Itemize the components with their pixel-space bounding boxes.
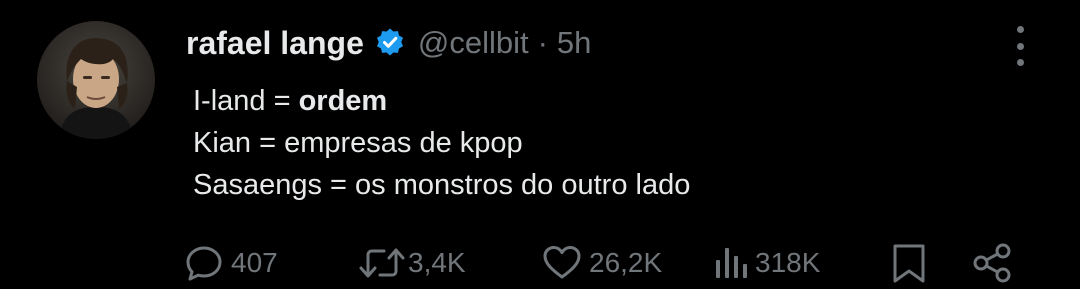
avatar[interactable] xyxy=(37,21,155,139)
like-button[interactable]: 26,2K xyxy=(541,238,662,288)
share-button[interactable] xyxy=(971,238,1015,288)
more-vertical-icon[interactable] xyxy=(1004,26,1036,66)
reply-count: 407 xyxy=(231,247,278,278)
like-count: 26,2K xyxy=(589,247,663,278)
views-button[interactable]: 318K xyxy=(713,238,820,288)
tweet-text-line: I-land = ordem xyxy=(193,85,388,117)
retweet-icon xyxy=(358,242,406,284)
bookmark-icon xyxy=(889,242,929,284)
retweet-count: 3,4K xyxy=(408,247,466,278)
tweet-text-line: Sasaengs = os monstros do outro lado xyxy=(193,169,691,201)
tweet-timestamp[interactable]: 5h xyxy=(557,25,591,61)
tweet-text: I-land = ordem Kian = empresas de kpop S… xyxy=(193,80,690,206)
verified-badge-icon xyxy=(374,27,406,59)
tweet-header: rafael lange @cellbit · 5h xyxy=(186,18,591,68)
author-handle[interactable]: @cellbit xyxy=(418,25,529,61)
retweet-button[interactable]: 3,4K xyxy=(358,238,466,288)
separator-dot: · xyxy=(537,25,548,60)
views-chart-icon xyxy=(713,242,751,284)
tweet-actions: 407 3,4K 26,2K 318K xyxy=(0,238,1080,288)
heart-icon xyxy=(541,242,583,284)
reply-icon xyxy=(183,242,225,284)
share-icon xyxy=(971,242,1015,284)
author-name[interactable]: rafael lange xyxy=(186,25,364,62)
views-count: 318K xyxy=(755,247,821,278)
tweet[interactable]: rafael lange @cellbit · 5h I-land = orde… xyxy=(0,0,1080,289)
tweet-text-line: Kian = empresas de kpop xyxy=(193,127,523,159)
bookmark-button[interactable] xyxy=(889,238,929,288)
reply-button[interactable]: 407 xyxy=(183,238,278,288)
